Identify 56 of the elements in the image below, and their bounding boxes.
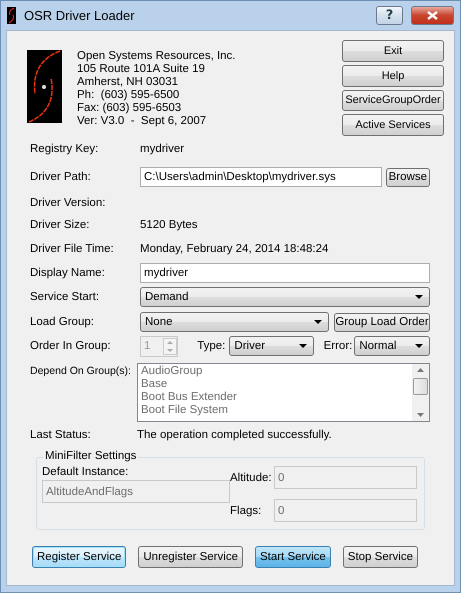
field-label: Depend On Group(s): bbox=[30, 364, 132, 377]
company-info-line: Open Systems Resources, Inc. bbox=[77, 50, 236, 63]
app-icon bbox=[7, 7, 16, 24]
side-button[interactable]: Active Services bbox=[342, 114, 444, 136]
company-info-line: Ph: (603) 595-6500 bbox=[77, 89, 180, 102]
close-button[interactable] bbox=[411, 6, 454, 25]
dropdown-arrow-icon bbox=[314, 320, 322, 324]
scrollbar[interactable] bbox=[412, 364, 429, 421]
service-start-dropdown[interactable]: Demand bbox=[140, 287, 430, 307]
action-button[interactable]: Register Service bbox=[32, 546, 126, 568]
company-info-line: 105 Route 101A Suite 19 bbox=[77, 63, 206, 76]
help-button[interactable]: ? bbox=[376, 6, 403, 25]
status-message: The operation completed successfully. bbox=[137, 429, 332, 441]
field-value: mydriver bbox=[140, 142, 184, 154]
field-label: Display Name: bbox=[30, 266, 106, 278]
window-title: OSR Driver Loader bbox=[24, 8, 136, 23]
type-dropdown[interactable]: Driver bbox=[229, 336, 314, 356]
action-button[interactable]: Start Service bbox=[254, 546, 331, 568]
field-label: Load Group: bbox=[30, 316, 95, 328]
group-title: MiniFilter Settings bbox=[43, 450, 138, 462]
side-button[interactable]: Help bbox=[342, 64, 444, 86]
field-label: Service Start: bbox=[30, 291, 100, 303]
action-button[interactable]: Unregister Service bbox=[138, 546, 243, 568]
field-label: Flags: bbox=[230, 504, 262, 516]
group-load-order-button[interactable]: Group Load Order bbox=[334, 312, 430, 332]
field-label: Driver File Time: bbox=[30, 242, 115, 254]
browse-button[interactable]: Browse bbox=[386, 168, 430, 186]
field-label: Driver Path: bbox=[30, 171, 92, 183]
field-label: Type: bbox=[197, 340, 226, 352]
company-info-line: Ver: V3.0 - Sept 6, 2007 bbox=[77, 115, 208, 128]
field-label: Order In Group: bbox=[30, 340, 112, 352]
driver-path-field[interactable]: C:\Users\admin\Desktop\mydriver.sys bbox=[140, 167, 382, 187]
company-info-line: Amherst, NH 03031 bbox=[77, 76, 179, 89]
close-icon bbox=[427, 11, 438, 20]
display-name-field[interactable]: mydriver bbox=[140, 262, 430, 282]
scroll-up-icon bbox=[417, 368, 424, 372]
action-button[interactable]: Stop Service bbox=[342, 546, 418, 568]
spinner-arrows-icon bbox=[163, 338, 178, 354]
field-label: Registry Key: bbox=[30, 142, 100, 154]
scroll-down-icon bbox=[417, 413, 424, 417]
field-label: Driver Size: bbox=[30, 219, 90, 231]
dropdown-arrow-icon bbox=[415, 344, 423, 348]
load-group-dropdown[interactable]: None bbox=[140, 312, 329, 332]
field-label: Default Instance: bbox=[42, 466, 130, 478]
company-info-line: Fax: (603) 595-6503 bbox=[77, 102, 182, 115]
field-label: Driver Version: bbox=[30, 197, 106, 209]
field-value: Monday, February 24, 2014 18:48:24 bbox=[140, 242, 328, 254]
field-value: 5120 Bytes bbox=[140, 219, 198, 231]
field-label: Last Status: bbox=[30, 429, 92, 441]
error-dropdown[interactable]: Normal bbox=[354, 336, 430, 356]
dropdown-arrow-icon bbox=[298, 344, 307, 348]
side-button[interactable]: ServiceGroupOrder bbox=[342, 90, 444, 112]
dropdown-arrow-icon bbox=[415, 295, 423, 299]
field-label: Altitude: bbox=[230, 472, 270, 484]
field-label: Error: bbox=[324, 340, 352, 352]
side-button[interactable]: Exit bbox=[342, 40, 444, 62]
